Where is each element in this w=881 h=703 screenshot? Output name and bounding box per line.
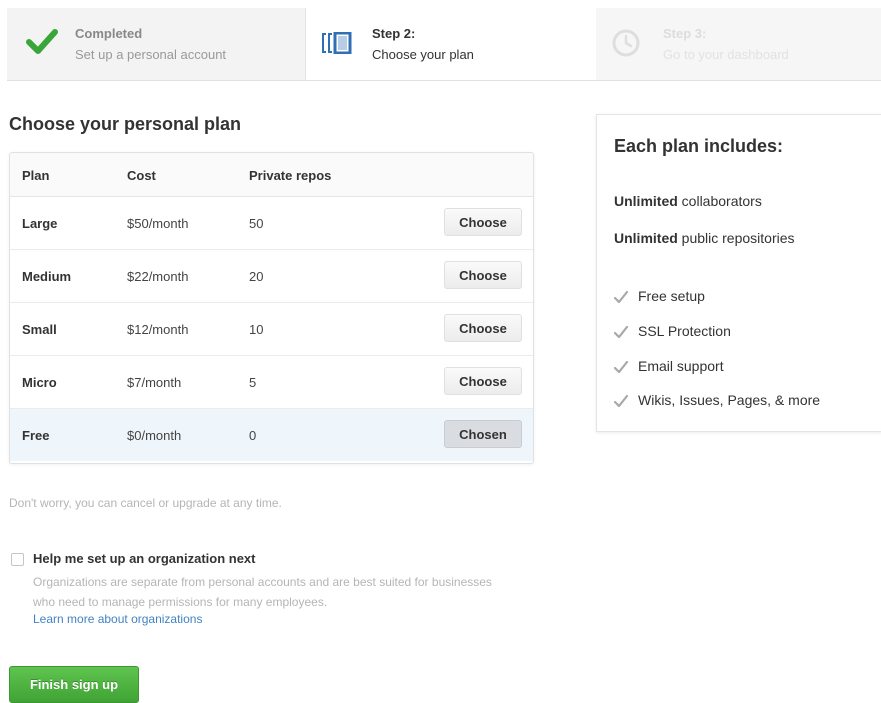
plan-cost: $12/month [127, 322, 189, 337]
plan-name: Small [22, 322, 57, 337]
plan-cost: $7/month [127, 375, 182, 390]
choose-plan-button[interactable]: Choose [444, 208, 522, 236]
feature-text: SSL Protection [638, 323, 731, 339]
organization-checkbox[interactable] [11, 553, 24, 566]
list-item: Wikis, Issues, Pages, & more [614, 392, 874, 412]
plan-name: Free [22, 428, 50, 443]
organization-description: Organizations are separate from personal… [33, 575, 492, 609]
plan-table: Plan Cost Private repos Large $50/month … [9, 152, 534, 464]
table-row-selected: Free $0/month 0 Chosen [10, 409, 533, 461]
plan-name: Large [22, 216, 58, 231]
plan-name: Medium [22, 269, 72, 284]
includes-title: Each plan includes: [614, 136, 784, 156]
plan-repos: 0 [249, 428, 257, 443]
plan-repos: 10 [249, 322, 264, 337]
includes-collaborators: Unlimited collaborators [614, 193, 762, 209]
column-header-plan: Plan [22, 168, 50, 183]
check-icon [26, 29, 58, 54]
page-title: Choose your personal plan [9, 114, 242, 134]
includes-bold: Unlimited [614, 230, 678, 246]
table-row: Micro $7/month 5 Choose [10, 356, 533, 409]
table-header: Plan Cost Private repos [10, 153, 533, 197]
plan-repos: 50 [249, 216, 264, 231]
checkmark-icon [614, 361, 628, 373]
column-header-repos: Private repos [249, 168, 332, 183]
plan-name: Micro [22, 375, 57, 390]
clock-icon [612, 29, 640, 57]
table-row: Large $50/month 50 Choose [10, 197, 533, 250]
feature-text: Free setup [638, 288, 705, 304]
includes-text: collaborators [677, 193, 762, 209]
step-subtitle: Set up a personal account [75, 47, 227, 62]
plan-cost: $0/month [127, 428, 182, 443]
step-subtitle: Go to your dashboard [663, 47, 789, 62]
finish-signup-button[interactable]: Finish sign up [9, 666, 139, 703]
feature-text: Wikis, Issues, Pages, & more [638, 392, 821, 408]
table-row: Medium $22/month 20 Choose [10, 250, 533, 303]
cancel-note: Don't worry, you can cancel or upgrade a… [9, 496, 282, 510]
choose-plan-button[interactable]: Choose [444, 261, 522, 289]
checkmark-icon [614, 291, 628, 303]
choose-plan-button[interactable]: Choose [444, 367, 522, 395]
step-completed: Completed Set up a personal account [7, 8, 306, 80]
signup-steps: Completed Set up a personal account Step… [7, 8, 881, 81]
step-current: Step 2: Choose your plan [306, 8, 596, 80]
learn-more-organizations-link[interactable]: Learn more about organizations [33, 612, 202, 626]
checkmark-icon [614, 326, 628, 338]
step-upcoming: Step 3: Go to your dashboard [597, 8, 881, 80]
step-subtitle: Choose your plan [372, 47, 474, 62]
includes-text: public repositories [677, 230, 795, 246]
organization-checkbox-label[interactable]: Help me set up an organization next [33, 551, 255, 566]
repo-icon [322, 32, 352, 54]
list-item: Free setup [614, 288, 874, 308]
step-title: Step 3: [663, 26, 707, 41]
step-title: Completed [75, 26, 143, 41]
plan-repos: 20 [249, 269, 264, 284]
list-item: SSL Protection [614, 323, 874, 343]
chosen-plan-button[interactable]: Chosen [444, 420, 522, 448]
includes-bold: Unlimited [614, 193, 678, 209]
column-header-cost: Cost [127, 168, 156, 183]
plan-repos: 5 [249, 375, 257, 390]
includes-public-repos: Unlimited public repositories [614, 230, 795, 246]
plan-includes-panel: Each plan includes: Unlimited collaborat… [596, 114, 881, 432]
plan-cost: $22/month [127, 269, 189, 284]
choose-plan-button[interactable]: Choose [444, 314, 522, 342]
step-title: Step 2: [372, 26, 416, 41]
feature-text: Email support [638, 358, 724, 374]
list-item: Email support [614, 358, 874, 378]
checkmark-icon [614, 395, 628, 407]
plan-cost: $50/month [127, 216, 189, 231]
table-row: Small $12/month 10 Choose [10, 303, 533, 356]
